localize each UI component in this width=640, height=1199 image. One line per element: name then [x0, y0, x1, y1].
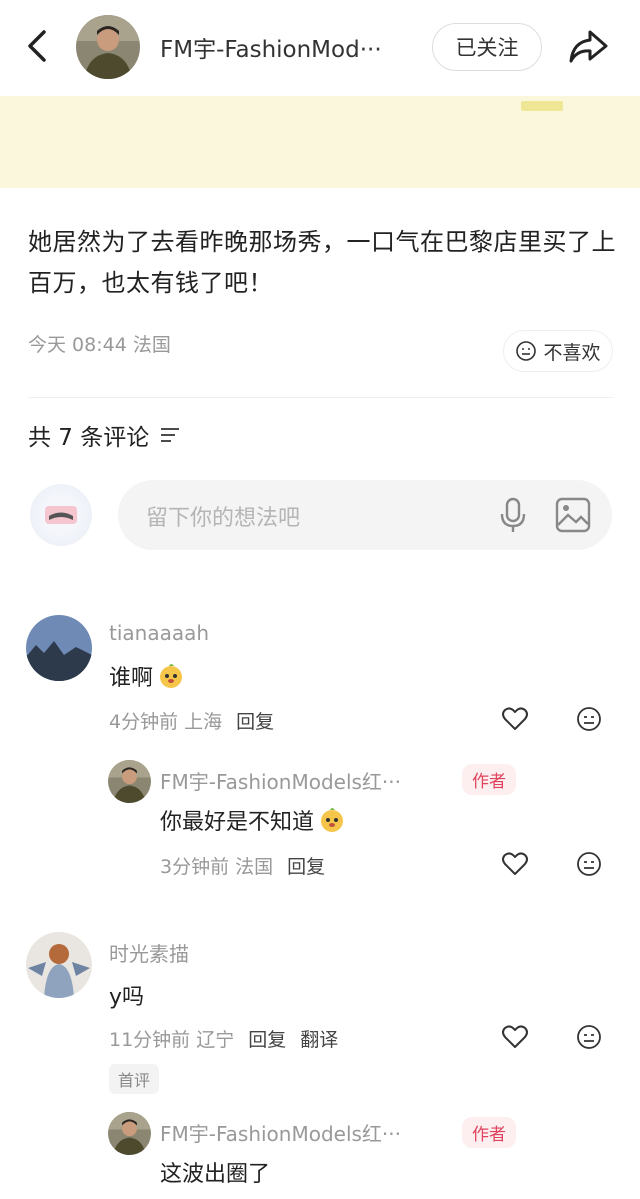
neutral-face-icon[interactable] [576, 1024, 602, 1054]
commenter-name[interactable]: 时光素描 [109, 938, 409, 967]
dislike-label: 不喜欢 [543, 341, 601, 364]
author-reply-avatar[interactable] [108, 1112, 151, 1155]
comment-time-location: 11分钟前 辽宁 [109, 1029, 235, 1051]
author-avatar[interactable] [76, 15, 140, 79]
neutral-face-icon[interactable] [576, 851, 602, 881]
comment-time-location: 4分钟前 上海 [109, 711, 223, 733]
comment-text-content: 谁啊 [109, 666, 154, 691]
reply-text-content: 你最好是不知道 [160, 810, 315, 835]
heart-icon[interactable] [501, 1024, 529, 1054]
emoji-icon [160, 664, 183, 688]
comment-text-content: y吗 [109, 985, 145, 1010]
back-arrow-icon[interactable] [22, 26, 52, 66]
carousel-indicator [521, 101, 563, 111]
commenter-avatar[interactable] [26, 615, 92, 681]
follow-button[interactable]: 已关注 [432, 23, 542, 71]
reply-author-name[interactable]: FM宇-FashionModels红··· [160, 766, 442, 795]
heart-icon[interactable] [501, 851, 529, 881]
author-name[interactable]: FM宇-FashionMod··· [160, 30, 410, 64]
comment-meta: 11分钟前 辽宁 回复 翻译 [109, 1025, 338, 1052]
reply-button[interactable]: 回复 [236, 707, 274, 734]
sort-icon[interactable] [159, 426, 181, 444]
reply-author-name[interactable]: FM宇-FashionModels红··· [160, 1118, 442, 1147]
share-icon[interactable] [566, 24, 610, 68]
commenter-name[interactable]: tianaaaah [109, 621, 409, 645]
microphone-icon[interactable] [496, 496, 530, 538]
comment-text: y吗 [109, 979, 144, 1011]
dislike-button[interactable]: 不喜欢 [503, 330, 613, 372]
translate-button[interactable]: 翻译 [300, 1025, 338, 1052]
comment-meta: 4分钟前 上海 回复 [109, 707, 274, 734]
heart-icon[interactable] [501, 706, 529, 736]
reply-time-location: 3分钟前 法国 [160, 856, 274, 878]
commenter-avatar[interactable] [26, 932, 92, 998]
reply-meta: 3分钟前 法国 回复 [160, 852, 325, 879]
author-badge: 作者 [462, 1117, 516, 1148]
reply-text: 你最好是不知道 [160, 804, 346, 836]
neutral-face-icon [516, 341, 537, 361]
first-comment-badge: 首评 [109, 1064, 160, 1094]
comment-count-label: 共 7 条评论 [28, 425, 150, 451]
reply-button[interactable]: 回复 [287, 852, 325, 879]
my-avatar [30, 484, 92, 546]
post-text: 她居然为了去看昨晚那场秀，一口气在巴黎店里买了上百万，也太有钱了吧！ [28, 228, 616, 297]
neutral-face-icon[interactable] [576, 706, 602, 736]
reply-button[interactable]: 回复 [248, 1025, 286, 1052]
image-icon[interactable] [554, 496, 592, 538]
author-badge: 作者 [462, 764, 516, 795]
post-meta: 今天 08:44 法国 [28, 334, 171, 356]
emoji-icon [321, 808, 344, 832]
comment-count[interactable]: 共 7 条评论 [28, 418, 181, 452]
reply-text: 这波出圈了 [160, 1156, 270, 1188]
divider [28, 397, 614, 398]
comment-text: 谁啊 [109, 660, 185, 692]
comment-input-placeholder: 留下你的想法吧 [146, 506, 301, 531]
author-reply-avatar[interactable] [108, 760, 151, 803]
reply-text-content: 这波出圈了 [160, 1162, 271, 1187]
